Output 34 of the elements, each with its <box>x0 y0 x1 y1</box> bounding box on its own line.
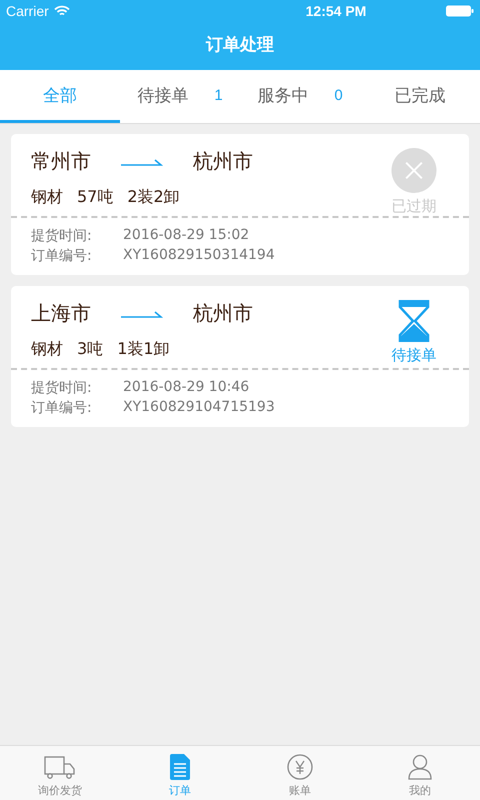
order-number: XY160829150314194 <box>123 247 275 265</box>
load-unload-count: 1装1卸 <box>117 339 170 360</box>
pickup-time: 2016-08-29 15:02 <box>123 227 250 245</box>
status-label: 待接单 <box>392 346 436 365</box>
tab-bar-item[interactable]: 账单 <box>240 746 360 800</box>
origin-city: 常州市 <box>31 148 91 175</box>
cargo-type: 钢材 <box>31 339 63 360</box>
tab-bar-item[interactable]: 询价发货 <box>0 746 120 800</box>
cargo-weight: 3吨 <box>77 339 104 360</box>
order-number: XY160829104715193 <box>123 399 275 417</box>
cargo-type: 钢材 <box>31 187 63 208</box>
hourglass-icon <box>398 300 430 342</box>
field-label: 订单编号: <box>31 399 93 417</box>
page-title: 订单处理 <box>204 34 275 57</box>
person-icon <box>408 754 432 780</box>
carrier-name: Carrier <box>6 3 49 19</box>
wifi-icon <box>54 5 70 17</box>
destination-city: 杭州市 <box>193 300 253 327</box>
tab-bar-item[interactable]: 我的 <box>360 746 480 800</box>
battery-icon <box>446 5 474 17</box>
yen-coin-icon <box>287 754 313 780</box>
truck-icon <box>44 756 76 780</box>
destination-city: 杭州市 <box>193 148 253 175</box>
field-label: 提货时间: <box>31 227 93 245</box>
document-icon <box>170 754 190 780</box>
order-card[interactable]: 上海市 杭州市 钢材 3吨 1装1卸 待接单 提货时间: 2016-08-29 10:46 订单编号: XY160829104715193 <box>11 286 469 427</box>
field-label: 订单编号: <box>31 247 93 265</box>
load-unload-count: 2装2卸 <box>127 187 180 208</box>
cargo-weight: 57吨 <box>77 187 114 208</box>
close-icon <box>391 148 437 193</box>
pickup-time: 2016-08-29 10:46 <box>123 379 250 397</box>
field-label: 提货时间: <box>31 379 93 397</box>
clock: 12:54 PM <box>304 3 368 19</box>
origin-city: 上海市 <box>31 300 91 327</box>
